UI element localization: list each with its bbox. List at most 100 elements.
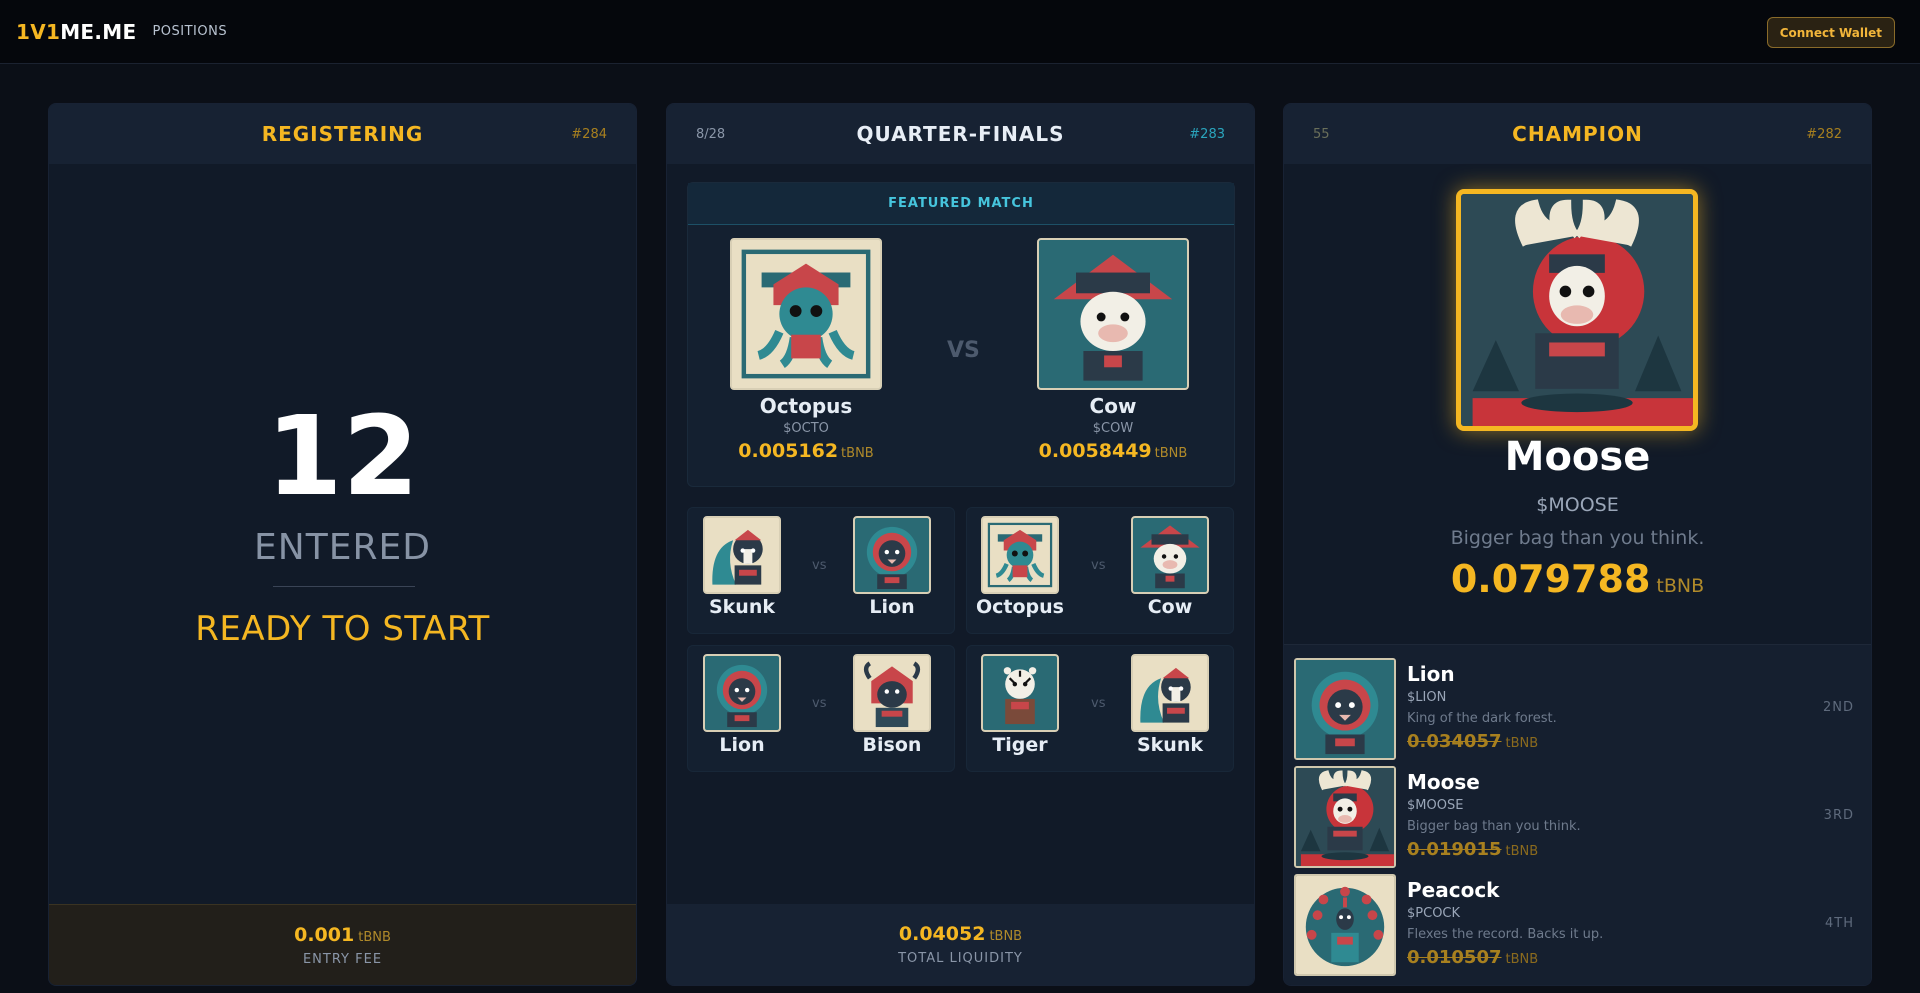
runner-name: Peacock [1407, 878, 1500, 902]
fighter-price-unit: tBNB [1154, 446, 1188, 461]
fighter-name: Cow [1147, 596, 1193, 618]
featured-fighter-right[interactable]: Cow $COW 0.0058449 tBNB [1018, 238, 1208, 462]
match-fighter[interactable]: Skunk [1120, 654, 1220, 756]
runner-name: Lion [1407, 662, 1455, 686]
match-card[interactable]: Lion vs Bison [687, 645, 955, 772]
fighter-name: Bison [862, 734, 922, 756]
fighter-name: Octopus [976, 596, 1064, 618]
champion-description: Bigger bag than you think. [1450, 527, 1705, 549]
tournament-id: #283 [1189, 126, 1225, 142]
bison-avatar [853, 654, 931, 732]
octopus-avatar [981, 516, 1059, 594]
match-fighter[interactable]: Lion [842, 516, 942, 618]
fighter-name: Cow [1089, 394, 1137, 418]
vs-label: vs [812, 558, 827, 573]
match-fighter[interactable]: Bison [842, 654, 942, 756]
runner-price-unit: tBNB [1505, 736, 1539, 751]
runner-ticker: $LION [1407, 690, 1447, 705]
entry-fee-unit: tBNB [358, 929, 391, 945]
runner-price: 0.034057 [1407, 731, 1502, 752]
match-fighter[interactable]: Octopus [970, 516, 1070, 618]
peacock-avatar [1294, 874, 1396, 976]
champion-header: 55 CHAMPION #282 [1284, 104, 1871, 164]
match-fighter[interactable]: Skunk [692, 516, 792, 618]
divider [273, 586, 415, 587]
fighter-name: Octopus [759, 394, 853, 418]
skunk-avatar [703, 516, 781, 594]
tournament-id: #282 [1806, 126, 1842, 142]
runner-rank: 4TH [1825, 916, 1854, 931]
status-text: READY TO START [195, 609, 490, 649]
quarterfinals-panel[interactable]: 8/28 QUARTER-FINALS #283 FEATURED MATCH … [666, 103, 1255, 986]
cow-avatar [1131, 516, 1209, 594]
total-liquidity-unit: tBNB [989, 929, 1023, 944]
champion-price-unit: tBNB [1656, 575, 1705, 597]
match-fighter[interactable]: Lion [692, 654, 792, 756]
participant-count: 55 [1313, 126, 1330, 142]
total-liquidity-value: 0.04052 [898, 923, 986, 945]
total-liquidity-label: TOTAL LIQUIDITY [898, 951, 1023, 966]
match-card[interactable]: Tiger vs Skunk [966, 645, 1234, 772]
match-card[interactable]: Octopus vs Cow [966, 507, 1234, 634]
panel-title: REGISTERING [261, 122, 424, 146]
entered-count: 12 [265, 392, 420, 520]
total-liquidity-footer: 0.04052 tBNB TOTAL LIQUIDITY [667, 904, 1254, 985]
runner-description: Bigger bag than you think. [1407, 819, 1581, 834]
champion-panel[interactable]: 55 CHAMPION #282 Moose $MOOSE Bigger bag… [1283, 103, 1872, 986]
runner-ticker: $PCOCK [1407, 906, 1461, 921]
match-card[interactable]: Skunk vs Lion [687, 507, 955, 634]
lion-avatar [853, 516, 931, 594]
panel-title: QUARTER-FINALS [856, 122, 1065, 146]
fighter-name: Skunk [708, 596, 775, 618]
octopus-avatar [730, 238, 882, 390]
tournament-id: #284 [571, 126, 607, 142]
vs-label: vs [1091, 696, 1106, 711]
match-fighter[interactable]: Tiger [970, 654, 1070, 756]
featured-match-card[interactable]: FEATURED MATCH Octopus $OCTO 0.005162 tBN… [687, 182, 1235, 487]
fighter-name: Lion [869, 596, 915, 618]
fighter-price: 0.005162 [738, 440, 839, 462]
runner-price: 0.010507 [1407, 947, 1502, 968]
connect-wallet-button[interactable]: Connect Wallet [1766, 17, 1895, 48]
entry-fee-footer: 0.001 tBNB ENTRY FEE [49, 904, 636, 985]
fighter-name: Skunk [1136, 734, 1203, 756]
runners-up-list: Lion $LION King of the dark forest. 0.03… [1284, 644, 1871, 985]
tiger-avatar [981, 654, 1059, 732]
runner-ticker: $MOOSE [1407, 798, 1464, 813]
featured-match-label: FEATURED MATCH [688, 183, 1234, 225]
registering-header: REGISTERING #284 [49, 104, 636, 164]
fighter-price: 0.0058449 [1038, 440, 1152, 462]
panel-title: CHAMPION [1512, 122, 1643, 146]
runner-description: King of the dark forest. [1407, 711, 1557, 726]
runner-rank: 2ND [1822, 700, 1854, 715]
nav-positions-link[interactable]: POSITIONS [152, 24, 227, 39]
entry-fee-label: ENTRY FEE [302, 951, 383, 967]
skunk-avatar [1131, 654, 1209, 732]
list-item[interactable]: Peacock $PCOCK Flexes the record. Backs … [1294, 874, 1864, 978]
lion-avatar [703, 654, 781, 732]
vs-label: VS [947, 338, 980, 363]
moose-avatar [1294, 766, 1396, 868]
runner-price: 0.019015 [1407, 839, 1502, 860]
featured-fighter-left[interactable]: Octopus $OCTO 0.005162 tBNB [711, 238, 901, 462]
runner-rank: 3RD [1823, 808, 1854, 823]
fighter-price-unit: tBNB [841, 446, 874, 461]
list-item[interactable]: Lion $LION King of the dark forest. 0.03… [1294, 658, 1864, 762]
quarterfinals-header: 8/28 QUARTER-FINALS #283 [667, 104, 1254, 164]
fighter-name: Lion [719, 734, 765, 756]
runner-price-unit: tBNB [1505, 952, 1539, 967]
match-progress: 8/28 [696, 126, 726, 142]
match-fighter[interactable]: Cow [1120, 516, 1220, 618]
site-logo[interactable]: 1V1ME.ME [16, 20, 136, 44]
cow-avatar [1037, 238, 1189, 390]
champion-name: Moose [1504, 434, 1651, 480]
moose-avatar [1456, 189, 1698, 431]
fighter-name: Tiger [992, 734, 1048, 756]
registering-panel[interactable]: REGISTERING #284 12 ENTERED READY TO STA… [48, 103, 637, 986]
champion-price: 0.079788 [1450, 557, 1651, 601]
vs-label: vs [812, 696, 827, 711]
list-item[interactable]: Moose $MOOSE Bigger bag than you think. … [1294, 766, 1864, 870]
top-navigation-bar: 1V1ME.ME POSITIONS Connect Wallet [0, 0, 1920, 64]
entry-fee-value: 0.001 [294, 923, 355, 946]
vs-label: vs [1091, 558, 1106, 573]
